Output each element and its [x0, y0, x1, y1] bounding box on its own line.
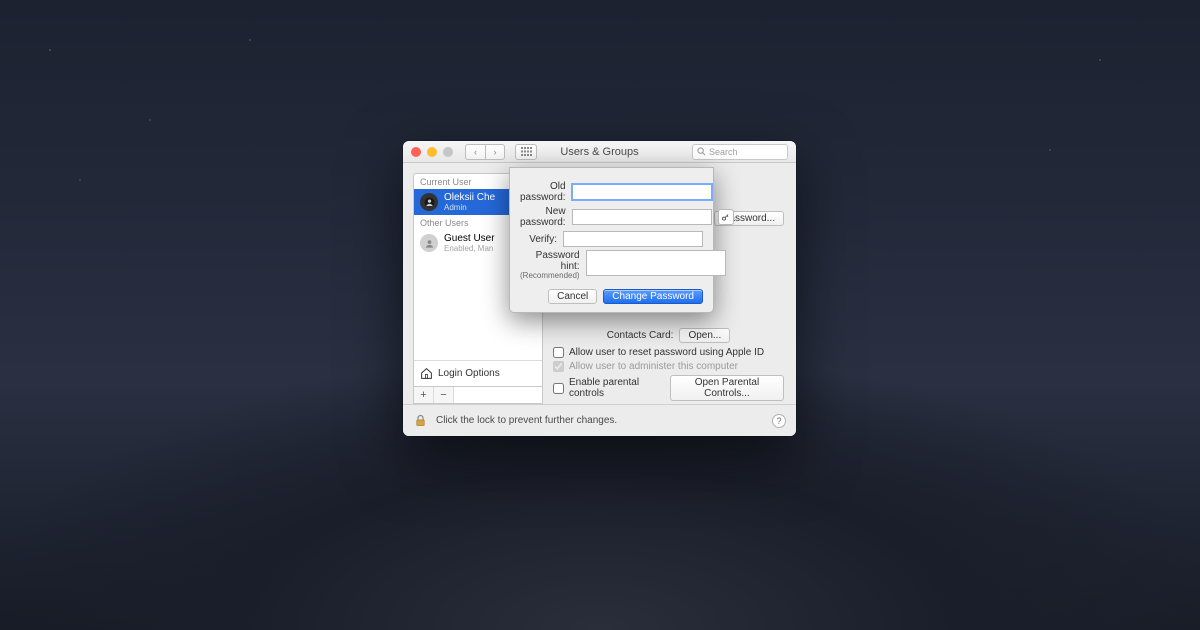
help-button[interactable]: ?: [772, 414, 786, 428]
contacts-card-label: Contacts Card:: [607, 330, 674, 341]
user-name: Oleksii Che: [444, 192, 495, 203]
login-options-label: Login Options: [438, 368, 500, 379]
add-user-button[interactable]: +: [414, 387, 434, 403]
verify-label: Verify:: [520, 234, 557, 245]
traffic-lights: [411, 147, 453, 157]
minimize-icon[interactable]: [427, 147, 437, 157]
user-name: Guest User: [444, 233, 495, 244]
allow-admin-checkbox: Allow user to administer this computer: [553, 361, 784, 372]
login-options[interactable]: Login Options: [414, 360, 542, 386]
change-password-confirm-button[interactable]: Change Password: [603, 289, 703, 304]
open-parental-button[interactable]: Open Parental Controls...: [670, 375, 784, 401]
parental-checkbox[interactable]: [553, 383, 564, 394]
window-titlebar: ‹ › Users & Groups Search: [403, 141, 796, 163]
search-input[interactable]: Search: [692, 144, 788, 160]
new-password-input[interactable]: [572, 209, 712, 225]
allow-reset-checkbox[interactable]: Allow user to reset password using Apple…: [553, 347, 784, 358]
password-hint-input[interactable]: [586, 250, 726, 276]
user-sub: Enabled, Man: [444, 244, 495, 253]
search-icon: [697, 147, 706, 156]
window-footer: Click the lock to prevent further change…: [403, 404, 796, 436]
hint-label: Password hint: (Recommended): [520, 250, 580, 281]
hint-label-text: Password hint:: [536, 250, 580, 272]
user-text: Oleksii Che Admin: [444, 192, 495, 212]
new-password-label: New password:: [520, 206, 566, 228]
checkbox[interactable]: [553, 347, 564, 358]
zoom-icon[interactable]: [443, 147, 453, 157]
remove-user-button[interactable]: −: [434, 387, 454, 403]
key-icon: [721, 213, 730, 222]
grid-icon: [521, 147, 532, 156]
close-icon[interactable]: [411, 147, 421, 157]
nav-buttons: ‹ ›: [465, 144, 505, 160]
lock-text: Click the lock to prevent further change…: [436, 415, 617, 426]
user-avatar-icon: [424, 197, 435, 208]
house-icon: [420, 367, 433, 380]
checkbox-label: Enable parental controls: [569, 377, 661, 399]
avatar: [420, 193, 438, 211]
user-role: Admin: [444, 203, 495, 212]
add-remove-bar: + −: [414, 386, 542, 403]
all-prefs-button[interactable]: [515, 144, 537, 160]
open-contacts-button[interactable]: Open...: [679, 328, 730, 343]
avatar: [420, 234, 438, 252]
hint-sub: (Recommended): [520, 272, 580, 281]
checkbox-label: Allow user to reset password using Apple…: [569, 347, 764, 358]
guest-icon: [424, 238, 435, 249]
forward-button[interactable]: ›: [485, 144, 505, 160]
parental-controls-row: Enable parental controls Open Parental C…: [553, 375, 784, 401]
cancel-button[interactable]: Cancel: [548, 289, 597, 304]
old-password-label: Old password:: [520, 181, 566, 203]
checkbox: [553, 361, 564, 372]
search-placeholder: Search: [709, 147, 738, 157]
back-button[interactable]: ‹: [465, 144, 485, 160]
password-assistant-button[interactable]: [718, 209, 734, 225]
checkbox-label: Allow user to administer this computer: [569, 361, 738, 372]
user-text: Guest User Enabled, Man: [444, 233, 495, 253]
old-password-input[interactable]: [572, 184, 712, 200]
verify-password-input[interactable]: [563, 231, 703, 247]
lock-icon[interactable]: [413, 413, 428, 428]
change-password-sheet: Old password: New password: Verify: Pass…: [509, 167, 714, 313]
